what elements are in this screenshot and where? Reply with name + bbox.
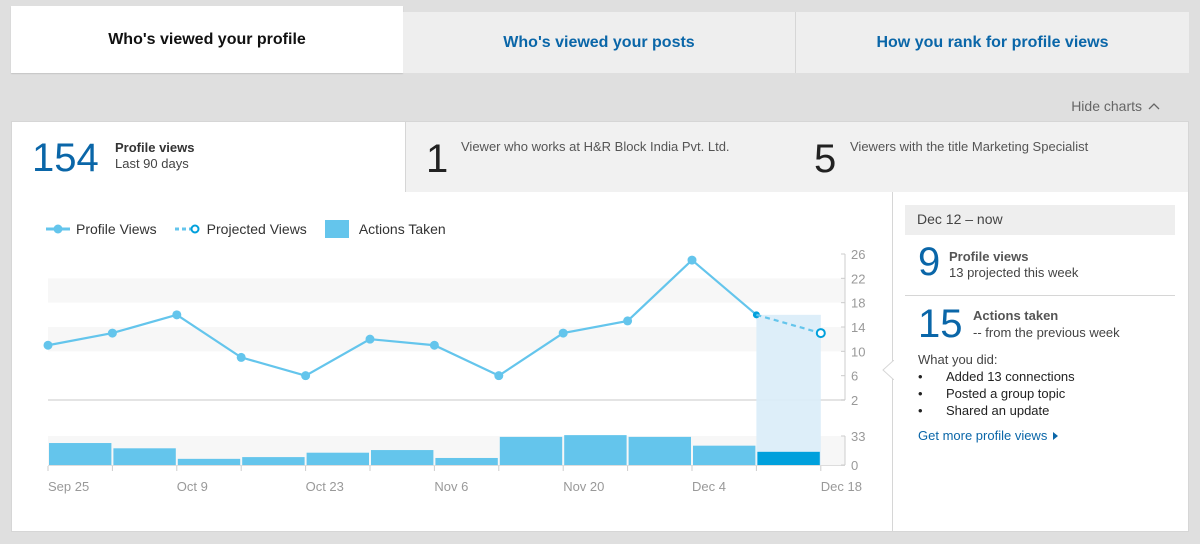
x-tick-label: Nov 20 [563, 479, 604, 494]
profile-views-count: 154 [32, 136, 99, 180]
x-tick-label: Nov 6 [434, 479, 468, 494]
dashed-line-marker-icon [174, 224, 200, 234]
legend-actions-taken-label: Actions Taken [358, 221, 446, 237]
week-projected-text: 13 projected this week [949, 265, 1079, 280]
profile-views-point [172, 310, 182, 320]
profile-views-point [107, 328, 117, 338]
actions-bar [113, 448, 176, 465]
caret-right-icon [1053, 431, 1059, 440]
profile-views-chart: Sep 25 Oct 9 Oct 23 Nov 6 Nov 20 Dec 4 Dec 18 2… [43, 247, 865, 494]
y-tick-label: 26 [851, 247, 865, 262]
bar-y-tick-label: 33 [851, 429, 865, 444]
week-actions-label: Actions taken [973, 308, 1059, 323]
divider [905, 295, 1175, 296]
actions-bar [371, 450, 434, 465]
week-profile-views-label: Profile views [949, 249, 1029, 264]
tab-bar: Who's viewed your profile Who's viewed y… [11, 6, 1189, 73]
company-viewers-text: Viewer who works at H&R Block India Pvt.… [461, 139, 730, 154]
y-tick-label: 14 [851, 320, 865, 335]
tab-whos-viewed-posts[interactable]: Who's viewed your posts [403, 12, 796, 73]
line-marker-icon [46, 224, 70, 234]
company-viewers-count: 1 [426, 137, 449, 181]
profile-views-label: Profile views [115, 140, 195, 155]
more-link-label: Get more profile views [918, 428, 1048, 443]
chart-legend: Profile Views Projected Views Actions Ta… [46, 220, 464, 238]
week-range: Dec 12 – now [905, 205, 1175, 235]
actions-bar [177, 458, 241, 465]
week-profile-views-count: 9 [918, 240, 941, 284]
current-week-highlight [756, 314, 821, 465]
x-tick-label: Oct 23 [306, 479, 344, 494]
legend-profile-views-label: Profile Views [76, 221, 157, 237]
week-actions-sub: -- from the previous week [973, 325, 1120, 340]
profile-views-period: Last 90 days [115, 156, 189, 171]
legend-projected-views[interactable]: Projected Views [174, 221, 307, 237]
y-tick-label: 10 [851, 344, 865, 359]
profile-views-point [623, 316, 633, 326]
week-summary: Dec 12 – now 9 Profile views 13 projecte… [882, 192, 1188, 531]
charts-panel: 154 Profile views Last 90 days 1 Viewer … [11, 121, 1189, 532]
bullet-icon: • [918, 369, 923, 384]
hide-charts-label: Hide charts [1071, 98, 1142, 114]
legend-profile-views[interactable]: Profile Views [46, 221, 157, 237]
get-more-profile-views-link[interactable]: Get more profile views [918, 428, 1059, 443]
what-you-did-list: • Added 13 connections • Posted a group to… [918, 369, 1075, 420]
grid-band [48, 278, 845, 303]
action-text: Posted a group topic [946, 386, 1066, 401]
title-viewers-text: Viewers with the title Marketing Special… [850, 139, 1089, 154]
pointer-caret-icon [882, 360, 894, 380]
bar-y-tick-label: 0 [851, 458, 858, 473]
legend-projected-views-label: Projected Views [206, 221, 307, 237]
week-actions-count: 15 [918, 302, 963, 346]
actions-bar [306, 452, 369, 465]
stat-profile-views[interactable]: 154 Profile views Last 90 days [12, 122, 405, 192]
title-viewers-count: 5 [814, 137, 837, 181]
actions-bar [757, 451, 820, 465]
stats-row: 154 Profile views Last 90 days 1 Viewer … [12, 122, 1188, 192]
actions-bar [435, 457, 498, 465]
projected-views-point [815, 328, 826, 339]
tab-whos-viewed-profile[interactable]: Who's viewed your profile [11, 6, 403, 73]
profile-views-point [236, 352, 246, 362]
actions-bar [693, 445, 756, 465]
list-item: • Shared an update [918, 403, 1075, 420]
chart-area: Sep 25 Oct 9 Oct 23 Nov 6 Nov 20 Dec 4 Dec 18 2… [12, 192, 892, 531]
y-tick-label: 2 [851, 393, 858, 408]
actions-bar [564, 435, 627, 465]
profile-views-point [301, 371, 311, 381]
chevron-up-icon [1148, 103, 1160, 110]
profile-views-point [365, 334, 375, 344]
bullet-icon: • [918, 386, 923, 401]
profile-views-point [429, 340, 439, 350]
stat-title-viewers[interactable]: 5 Viewers with the title Marketing Speci… [797, 122, 1188, 192]
profile-views-line [47, 258, 758, 377]
x-tick-label: Sep 25 [48, 479, 89, 494]
bar-swatch-icon [324, 220, 349, 238]
stat-company-viewers[interactable]: 1 Viewer who works at H&R Block India Pv… [405, 122, 797, 192]
profile-views-point [494, 371, 504, 381]
actions-bar [242, 457, 305, 465]
grid-band [48, 327, 845, 352]
profile-views-point [687, 255, 697, 265]
list-item: • Added 13 connections [918, 369, 1075, 386]
actions-bar [499, 436, 563, 465]
profile-views-point [43, 340, 53, 350]
legend-actions-taken[interactable]: Actions Taken [324, 220, 446, 238]
action-text: Added 13 connections [946, 369, 1075, 384]
tab-how-you-rank[interactable]: How you rank for profile views [796, 12, 1189, 73]
x-tick-label: Dec 4 [692, 479, 726, 494]
actions-bar [49, 443, 112, 465]
hide-charts-toggle[interactable]: Hide charts [1071, 98, 1160, 114]
bullet-icon: • [918, 403, 923, 418]
action-text: Shared an update [946, 403, 1050, 418]
y-tick-label: 6 [851, 369, 858, 384]
x-tick-label: Oct 9 [177, 479, 208, 494]
actions-bar [628, 436, 691, 465]
list-item: • Posted a group topic [918, 386, 1075, 403]
y-tick-label: 18 [851, 296, 865, 311]
what-you-did-label: What you did: [918, 352, 998, 367]
y-tick-label: 22 [851, 271, 865, 286]
profile-views-point [558, 328, 568, 338]
x-tick-label: Dec 18 [821, 479, 862, 494]
